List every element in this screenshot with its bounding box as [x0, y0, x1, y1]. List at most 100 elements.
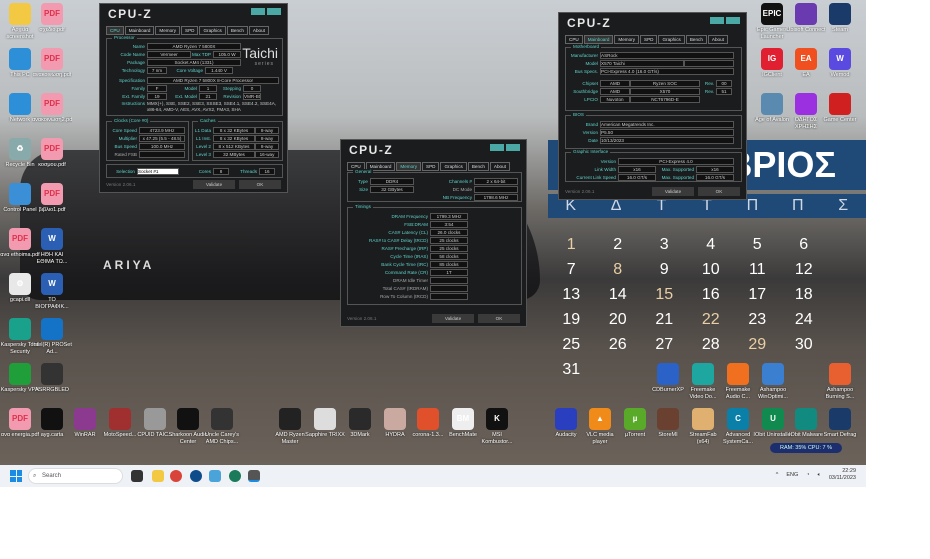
southbridge-model: X570	[630, 88, 700, 95]
tab-bench[interactable]: Bench	[685, 35, 707, 44]
minimize-button[interactable]	[251, 8, 265, 15]
processor-group: Processor Taichi series Name AMD Ryzen 7 …	[106, 35, 283, 116]
close-button[interactable]	[726, 17, 740, 24]
search-box[interactable]: ⌕ Search	[28, 468, 123, 484]
core-speed-value: 4723.9 MHz	[139, 127, 185, 134]
desktop-icon[interactable]: PDF ανακοινωση2.pdf	[32, 93, 72, 124]
desktop-icon-label: Steam	[832, 27, 848, 33]
minimize-button[interactable]	[710, 17, 724, 24]
file-explorer-icon[interactable]	[152, 470, 164, 482]
tab-bench[interactable]: Bench	[226, 26, 248, 35]
desktop-icon[interactable]: Ashampoo Burning S...	[820, 363, 860, 400]
close-button[interactable]	[267, 8, 281, 15]
desktop-icon[interactable]: ASRRGBLED	[32, 363, 72, 394]
group-label: Processor	[112, 35, 137, 40]
tab-mainboard[interactable]: Mainboard	[124, 26, 155, 35]
task-view-icon[interactable]	[131, 470, 143, 482]
tab-memory[interactable]: Memory	[614, 35, 640, 44]
desktop-icon[interactable]: PDF βιβλιο1.pdf	[32, 183, 72, 214]
desktop-icon[interactable]: K MSI Kombustor...	[477, 408, 517, 445]
tab-spd[interactable]: SPD	[422, 162, 440, 171]
wifi-icon[interactable]: ◔	[806, 472, 809, 478]
tab-memory[interactable]: Memory	[155, 26, 181, 35]
desktop-icon[interactable]: Steam	[820, 3, 860, 34]
tab-cpu[interactable]: CPU	[565, 35, 583, 44]
cpuz-taskbar-icon[interactable]	[248, 470, 260, 482]
cpuz-window-memory[interactable]: CPU-Z CPU Mainboard Memory SPD Graphics Bench…	[340, 139, 527, 327]
tab-bench[interactable]: Bench	[467, 162, 489, 171]
tab-graphics[interactable]: Graphics	[199, 26, 226, 35]
tab-graphics[interactable]: Graphics	[658, 35, 685, 44]
desktop-icon[interactable]: 3DMark	[340, 408, 380, 439]
start-button[interactable]	[10, 470, 22, 482]
close-button[interactable]	[506, 144, 520, 151]
chevron-up-icon[interactable]: ^	[776, 472, 779, 478]
tab-memory[interactable]: Memory	[396, 162, 422, 171]
desktop-icon[interactable]: Ashampoo WinOptimi...	[753, 363, 793, 400]
cpuz-window-cpu[interactable]: CPU-Z CPU Mainboard Memory SPD Graphics Bench…	[99, 3, 288, 193]
desktop-icon-label: ΗΘΗ ΚΑΙ ΕΘΙΜΑ ΤΩ...	[36, 252, 68, 265]
tab-cpu[interactable]: CPU	[106, 26, 124, 35]
tab-about[interactable]: About	[489, 162, 510, 171]
ok-button[interactable]: OK	[239, 180, 281, 189]
desktop-icon[interactable]: Uncle Carey's AMD Chips...	[202, 408, 242, 445]
desktop-icon[interactable]: W Wemod	[820, 48, 860, 79]
graphic-interface-group: Graphic Interface Version PCI-Express 4.0…	[565, 149, 742, 182]
app-icon[interactable]	[209, 470, 221, 482]
desktop-icon[interactable]: ▲ VLC media player	[580, 408, 620, 445]
tab-spd[interactable]: SPD	[181, 26, 199, 35]
cpuz-window-mainboard[interactable]: CPU-Z CPU Mainboard Memory SPD Graphics Bench…	[558, 12, 747, 200]
chrome-icon[interactable]	[170, 470, 182, 482]
app-icon	[41, 408, 63, 430]
tab-spd[interactable]: SPD	[640, 35, 658, 44]
desktop-icon[interactable]: WinRAR	[65, 408, 105, 439]
desktop-icon[interactable]: Game Center	[820, 93, 860, 124]
language-indicator[interactable]: ENG	[786, 472, 798, 478]
desktop-icon[interactable]: MotoSpeed...	[100, 408, 140, 439]
socket-select[interactable]: Socket #1	[137, 168, 179, 175]
desktop-icon[interactable]: Sapphire TRIXX	[305, 408, 345, 439]
validate-button[interactable]: Validate	[193, 180, 235, 189]
desktop-icon[interactable]: W ΤΟ ΒΙΟΓΡΑΦΙΚ...	[32, 273, 72, 310]
label: Rev.	[704, 81, 714, 86]
ok-button[interactable]: OK	[698, 187, 740, 196]
app-icon: ⚙	[9, 273, 31, 295]
ok-button[interactable]: OK	[478, 314, 520, 323]
desktop-icon[interactable]: PDF κοσμου.pdf	[32, 138, 72, 169]
volume-icon[interactable]: 🔈︎	[818, 472, 821, 479]
title-bar[interactable]: CPU-Z	[341, 140, 526, 158]
app-icon	[795, 3, 817, 25]
tab-about[interactable]: About	[707, 35, 728, 44]
clock[interactable]: 22:29 03/11/2023	[829, 468, 856, 482]
desktop-icon[interactable]: corona-1.3...	[408, 408, 448, 439]
desktop-icon[interactable]: StreamFab (x64)	[683, 408, 723, 445]
minimize-button[interactable]	[490, 144, 504, 151]
timing-label: RAS# Precharge (tRP)	[381, 246, 428, 251]
validate-button[interactable]: Validate	[652, 187, 694, 196]
title-bar[interactable]: CPU-Z	[100, 4, 287, 22]
model-value: X570 Taichi	[600, 60, 684, 67]
performance-widget[interactable]: RAM: 35% CPU: 7 %	[770, 443, 842, 453]
desktop-icon[interactable]: CDBurnerXP	[648, 363, 688, 394]
title-bar[interactable]: CPU-Z	[559, 13, 746, 31]
edge-icon[interactable]	[190, 470, 202, 482]
tab-about[interactable]: About	[248, 26, 269, 35]
desktop-icon[interactable]: PDF σχεδιο.pdf	[32, 3, 72, 34]
desktop-icon[interactable]: AMD Ryzen Master	[270, 408, 310, 445]
desktop-icon[interactable]: StoreMI	[648, 408, 688, 439]
link-width-max-value: x16	[696, 166, 734, 173]
timing-value	[430, 285, 468, 292]
desktop-icon[interactable]: C Advanced SystemCa...	[718, 408, 758, 445]
validate-button[interactable]: Validate	[432, 314, 474, 323]
desktop-icon[interactable]: Freemake Video Do...	[683, 363, 723, 400]
desktop-icon[interactable]: Intel(R) PROSet Ad...	[32, 318, 72, 355]
desktop-icon[interactable]: W ΗΘΗ ΚΑΙ ΕΘΙΜΑ ΤΩ...	[32, 228, 72, 265]
desktop-icon[interactable]: PDF ανακοινωση.pdf	[32, 48, 72, 79]
tab-bar: CPU Mainboard Memory SPD Graphics Bench About	[106, 26, 287, 35]
app-icon[interactable]	[229, 470, 241, 482]
desktop-icon[interactable]: Smart Defrag	[820, 408, 860, 439]
desktop-icon[interactable]: Freemake Audio C...	[718, 363, 758, 400]
tab-mainboard[interactable]: Mainboard	[583, 35, 614, 44]
system-tray: ^ ENG ◔ 🔈︎ 22:29 03/11/2023	[776, 468, 856, 482]
tab-graphics[interactable]: Graphics	[440, 162, 467, 171]
